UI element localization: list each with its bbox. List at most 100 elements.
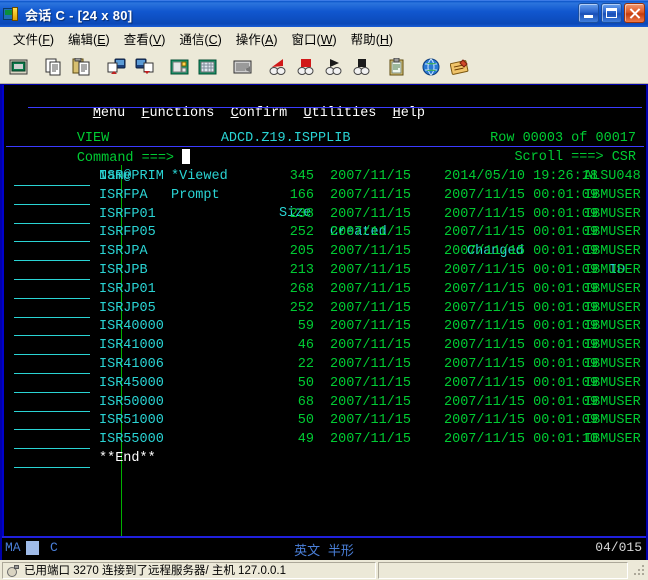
member-select-field[interactable] xyxy=(14,412,90,431)
member-created: 2007/11/15 xyxy=(330,225,412,241)
table-row[interactable]: ISR41006 22 2007/11/15 2007/11/15 00:01:09 I… xyxy=(4,356,646,375)
record-start-icon xyxy=(269,58,285,75)
calculator-icon xyxy=(198,59,216,74)
end-marker: **End** xyxy=(99,451,156,466)
menu-item-view[interactable]: 查看(V) xyxy=(117,27,173,50)
member-size: 22 xyxy=(297,357,314,372)
member-select-field[interactable] xyxy=(14,243,90,262)
toolbar-button-internet[interactable] xyxy=(418,54,444,79)
member-select-field[interactable] xyxy=(14,375,90,393)
toolbar-button-index[interactable] xyxy=(446,54,472,79)
toolbar-button-stop-macro[interactable] xyxy=(348,54,374,79)
menu-label-window: 窗口 xyxy=(291,32,317,47)
member-changed: 2007/11/15 00:01:10 xyxy=(444,432,598,448)
table-row[interactable]: ISR50000 68 2007/11/15 2007/11/15 00:01:09 I… xyxy=(4,394,646,413)
toolbar-button-copy[interactable] xyxy=(40,54,66,79)
member-name: ISR51000 xyxy=(99,413,164,429)
member-size: 50 xyxy=(297,413,314,429)
end-select-field xyxy=(14,450,90,468)
member-select-field[interactable] xyxy=(14,224,90,243)
copy-icon xyxy=(45,58,60,75)
table-row[interactable]: ISR41000 46 2007/11/15 2007/11/15 00:01:09 I… xyxy=(4,337,646,356)
send-file-icon xyxy=(107,58,125,74)
title-bar[interactable]: 会话 C - [24 x 80] xyxy=(0,0,648,27)
member-select-field[interactable] xyxy=(14,262,90,280)
member-name: ISR45000 xyxy=(99,375,164,391)
member-select-field[interactable] xyxy=(14,394,90,412)
toolbar-button-paste[interactable] xyxy=(68,54,94,79)
toolbar-button-calculator[interactable] xyxy=(194,54,220,79)
session-window: 会话 C - [24 x 80] 文件(F) 编辑(E) 查看(V) 通信(C)… xyxy=(0,0,648,580)
toolbar-button-send-file[interactable] xyxy=(103,54,129,79)
member-id: IBMUSER xyxy=(584,338,641,354)
member-select-field[interactable] xyxy=(14,431,90,450)
member-select-field[interactable] xyxy=(14,300,90,318)
member-size: 268 xyxy=(289,281,314,297)
menu-label-help: 帮助 xyxy=(350,32,376,47)
toolbar-separator-5 xyxy=(256,54,263,79)
end-of-list-row: **End** xyxy=(4,450,646,469)
member-changed: 2007/11/15 00:01:09 xyxy=(444,413,598,429)
menu-item-actions[interactable]: 操作(A) xyxy=(229,27,285,50)
menu-item-communication[interactable]: 通信(C) xyxy=(172,27,228,50)
table-row[interactable]: ISRJP01 268 2007/11/15 2007/11/15 00:01:09 I… xyxy=(4,281,646,300)
close-button[interactable] xyxy=(624,3,645,23)
menu-bar: 文件(F) 编辑(E) 查看(V) 通信(C) 操作(A) 窗口(W) 帮助(H… xyxy=(0,27,648,50)
index-icon xyxy=(449,58,468,75)
member-name: ISR50000 xyxy=(99,394,164,410)
table-row[interactable]: ISRFPA 166 2007/11/15 2007/11/15 00:01:09 IB… xyxy=(4,187,646,206)
table-row[interactable]: ISRJPB 213 2007/11/15 2007/11/15 00:01:09 IB… xyxy=(4,262,646,281)
toolbar-button-keyboard[interactable] xyxy=(229,54,255,79)
toolbar-button-record-start[interactable] xyxy=(264,54,290,79)
member-name: ISR55000 xyxy=(99,432,164,448)
member-id: IBMUSER xyxy=(584,413,641,429)
member-changed: 2007/11/15 00:01:09 xyxy=(444,187,598,203)
toolbar-button-clipboard[interactable] xyxy=(383,54,409,79)
table-row[interactable]: ISRFP05 252 2007/11/15 2007/11/15 00:01:09 I… xyxy=(4,224,646,243)
table-row[interactable]: ISR51000 50 2007/11/15 2007/11/15 00:01:09 I… xyxy=(4,412,646,431)
table-row[interactable]: ISR@PRIM *Viewed 345 2007/11/15 2014/05/10 1… xyxy=(4,168,646,187)
toolbar-separator-7 xyxy=(410,54,417,79)
toolbar-button-display[interactable] xyxy=(5,54,31,79)
table-row[interactable]: ISR40000 59 2007/11/15 2007/11/15 00:01:09 I… xyxy=(4,318,646,337)
member-select-field[interactable] xyxy=(14,281,90,299)
menu-label-actions: 操作 xyxy=(235,32,261,47)
menu-item-help[interactable]: 帮助(H) xyxy=(344,27,400,50)
table-row[interactable]: ISR45000 50 2007/11/15 2007/11/15 00:01:09 I… xyxy=(4,375,646,394)
menu-mnemonic-help: H xyxy=(379,32,389,47)
member-changed: 2007/11/15 00:01:09 xyxy=(444,206,598,222)
terminal-screen[interactable]: Menu Functions Confirm Utilities Help VI… xyxy=(2,85,646,536)
table-row[interactable]: ISRFP01 238 2007/11/15 2007/11/15 00:01:09 I… xyxy=(4,206,646,225)
maximize-button[interactable] xyxy=(601,3,622,23)
menu-mnemonic-file: F xyxy=(42,32,50,47)
table-row[interactable]: ISRJP05 252 2007/11/15 2007/11/15 00:01:09 I… xyxy=(4,300,646,319)
toolbar-button-record-stop[interactable] xyxy=(292,54,318,79)
toolbar-separator-4 xyxy=(221,54,228,79)
menu-item-window[interactable]: 窗口(W) xyxy=(285,27,344,50)
menu-label-edit: 编辑 xyxy=(68,32,94,47)
member-changed: 2007/11/15 00:01:09 xyxy=(444,263,598,278)
member-id: IBMUSER xyxy=(584,394,641,410)
terminal-frame: Menu Functions Confirm Utilities Help VI… xyxy=(0,84,648,560)
table-row[interactable]: ISR55000 49 2007/11/15 2007/11/15 00:01:10 I… xyxy=(4,431,646,450)
member-select-field[interactable] xyxy=(14,318,90,337)
table-row[interactable]: ISRJPA 205 2007/11/15 2007/11/15 00:01:09 IB… xyxy=(4,243,646,262)
menu-item-file[interactable]: 文件(F) xyxy=(6,27,61,50)
menu-item-edit[interactable]: 编辑(E) xyxy=(61,27,117,50)
member-select-field[interactable] xyxy=(14,206,90,224)
toolbar-separator-3 xyxy=(158,54,165,79)
member-select-field[interactable] xyxy=(14,337,90,356)
member-name: ISRFP05 xyxy=(99,225,156,241)
member-select-field[interactable] xyxy=(14,168,90,186)
toolbar-button-play-macro[interactable] xyxy=(320,54,346,79)
member-select-field[interactable] xyxy=(14,187,90,205)
operator-information-area: MA C 英文 半形 04/015 xyxy=(2,536,646,560)
member-created: 2007/11/15 xyxy=(330,413,412,429)
toolbar-button-receive-file[interactable] xyxy=(131,54,157,79)
member-name: ISR41000 xyxy=(99,338,164,354)
member-created: 2007/11/15 xyxy=(330,338,412,354)
member-select-field[interactable] xyxy=(14,356,90,374)
minimize-button[interactable] xyxy=(578,3,599,23)
toolbar-button-keypad[interactable] xyxy=(166,54,192,79)
resize-grip[interactable] xyxy=(632,563,646,577)
